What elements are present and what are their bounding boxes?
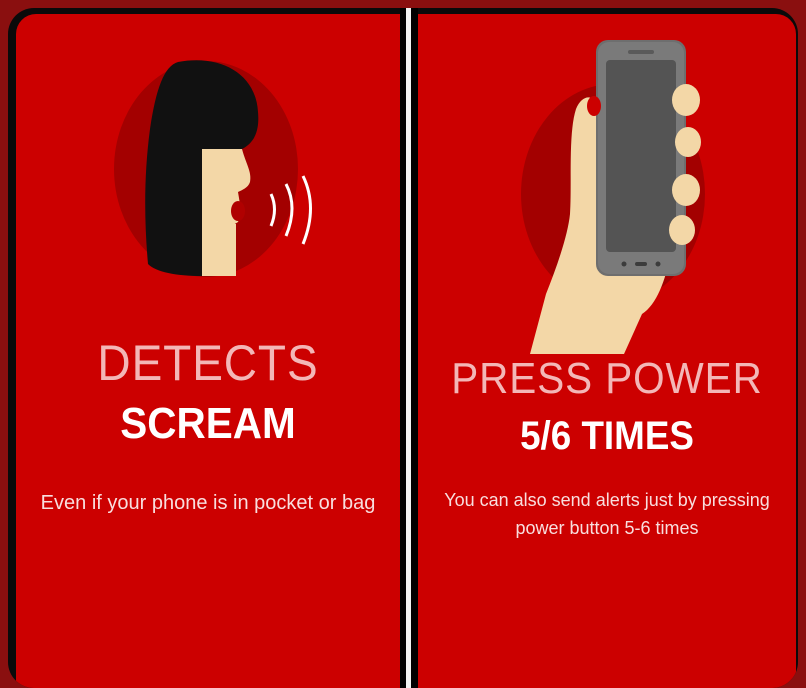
screaming-woman-icon	[114, 60, 312, 277]
screenshot-frame: DETECTS SCREAM Even if your phone is in …	[8, 8, 798, 688]
feature-description: Even if your phone is in pocket or bag	[40, 492, 376, 514]
feature-title-thin: DETECTS	[97, 335, 319, 391]
hand-holding-phone-icon	[521, 40, 705, 354]
feature-panel-detects-scream: DETECTS SCREAM Even if your phone is in …	[16, 14, 400, 688]
feature-panel-press-power: PRESS POWER 5/6 TIMES You can also send …	[418, 14, 796, 688]
feature-description-line2: power button 5-6 times	[515, 518, 699, 538]
feature-title-bold: 5/6 TIMES	[520, 414, 694, 458]
feature-description-line1: You can also send alerts just by pressin…	[444, 490, 770, 510]
panel-divider	[400, 8, 418, 688]
feature-title-bold: SCREAM	[120, 399, 296, 448]
feature-title-thin: PRESS POWER	[451, 354, 763, 403]
